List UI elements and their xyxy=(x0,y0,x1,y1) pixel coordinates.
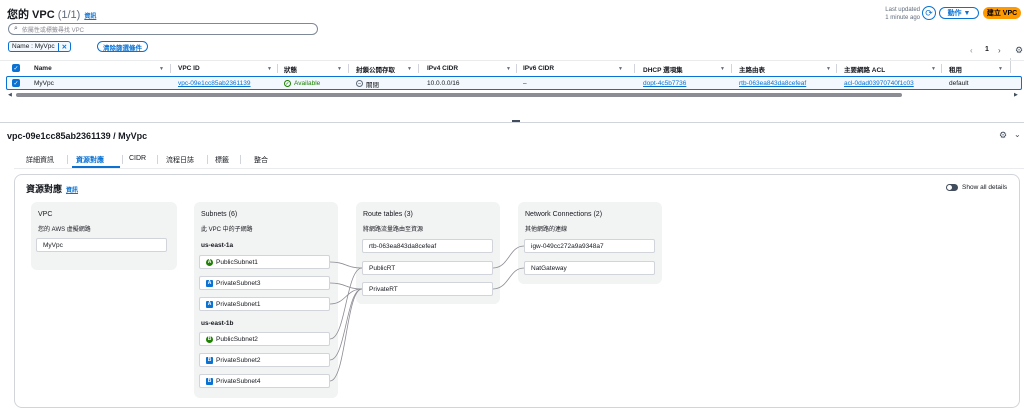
connector-lines xyxy=(329,245,525,382)
